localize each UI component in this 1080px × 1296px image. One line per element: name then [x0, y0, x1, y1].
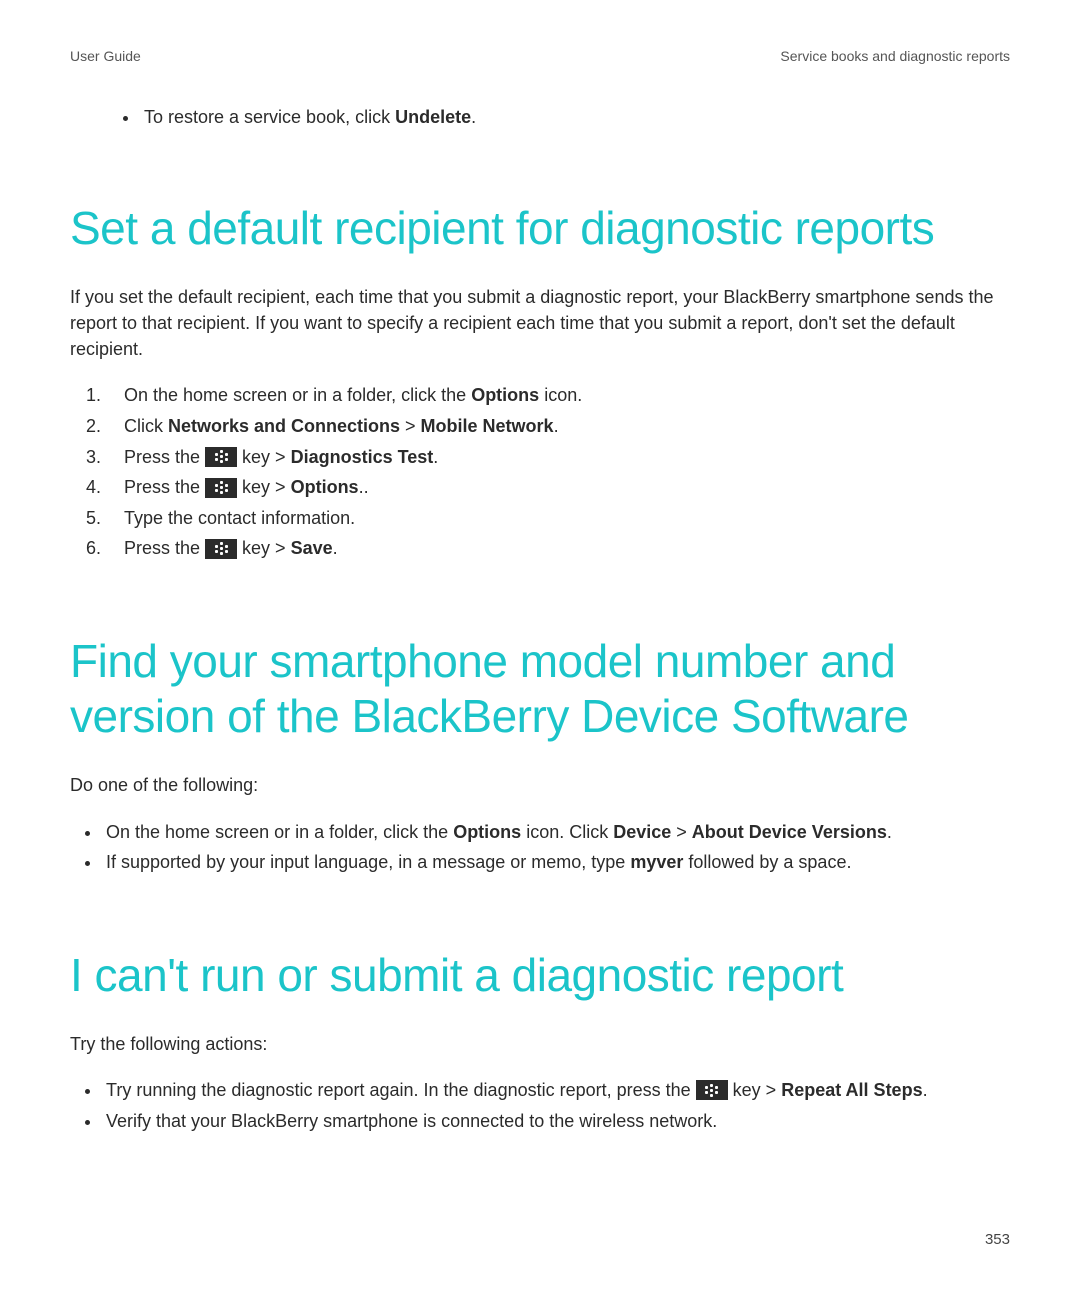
text: .	[333, 538, 338, 558]
bold-text: Device	[613, 822, 671, 842]
section3-title: I can't run or submit a diagnostic repor…	[70, 948, 1010, 1003]
section3-bullets: Try running the diagnostic report again.…	[70, 1075, 1010, 1136]
text: icon. Click	[521, 822, 613, 842]
text: .	[471, 107, 476, 127]
step-5: Type the contact information.	[106, 503, 1010, 534]
blackberry-key-icon	[205, 539, 237, 559]
bold-text: Undelete	[395, 107, 471, 127]
section3-bullet-1: Try running the diagnostic report again.…	[102, 1075, 1010, 1106]
section2-title: Find your smartphone model number and ve…	[70, 634, 1010, 744]
blackberry-key-icon	[205, 447, 237, 467]
header-right: Service books and diagnostic reports	[780, 48, 1010, 64]
text: .	[923, 1080, 928, 1100]
bold-text: Options	[471, 385, 539, 405]
step-2: Click Networks and Connections > Mobile …	[106, 411, 1010, 442]
step-3: Press the key > Diagnostics Test.	[106, 442, 1010, 473]
intro-bullet-list: To restore a service book, click Undelet…	[70, 104, 1010, 131]
bold-text: Mobile Network	[421, 416, 554, 436]
bold-text: Options	[291, 477, 359, 497]
text: Try running the diagnostic report again.…	[106, 1080, 696, 1100]
blackberry-key-icon	[696, 1080, 728, 1100]
text: .	[554, 416, 559, 436]
bold-text: myver	[630, 852, 683, 872]
text: icon.	[539, 385, 582, 405]
text: key >	[237, 447, 291, 467]
text: To restore a service book, click	[144, 107, 395, 127]
text: Click	[124, 416, 168, 436]
header-left: User Guide	[70, 48, 141, 64]
section3-para: Try the following actions:	[70, 1031, 1010, 1057]
document-page: User Guide Service books and diagnostic …	[0, 0, 1080, 1296]
section3-bullet-2: Verify that your BlackBerry smartphone i…	[102, 1106, 1010, 1137]
section2-para: Do one of the following:	[70, 772, 1010, 798]
text: If supported by your input language, in …	[106, 852, 630, 872]
page-number: 353	[985, 1231, 1010, 1248]
blackberry-key-icon	[205, 478, 237, 498]
text: ..	[359, 477, 369, 497]
text: .	[433, 447, 438, 467]
text: Press the	[124, 538, 205, 558]
bold-text: About Device Versions	[692, 822, 887, 842]
text: key >	[237, 477, 291, 497]
text: .	[887, 822, 892, 842]
section2-bullet-2: If supported by your input language, in …	[102, 847, 1010, 878]
bold-text: Networks and Connections	[168, 416, 400, 436]
text: >	[400, 416, 421, 436]
text: key >	[237, 538, 291, 558]
text: On the home screen or in a folder, click…	[106, 822, 453, 842]
step-6: Press the key > Save.	[106, 533, 1010, 564]
section2-bullet-1: On the home screen or in a folder, click…	[102, 817, 1010, 848]
text: >	[671, 822, 692, 842]
text: followed by a space.	[683, 852, 851, 872]
bold-text: Diagnostics Test	[291, 447, 434, 467]
section1-steps: On the home screen or in a folder, click…	[70, 380, 1010, 564]
bold-text: Repeat All Steps	[781, 1080, 922, 1100]
text: Press the	[124, 447, 205, 467]
bold-text: Options	[453, 822, 521, 842]
step-4: Press the key > Options..	[106, 472, 1010, 503]
text: key >	[728, 1080, 782, 1100]
section1-para: If you set the default recipient, each t…	[70, 284, 1010, 362]
bold-text: Save	[291, 538, 333, 558]
section2-bullets: On the home screen or in a folder, click…	[70, 817, 1010, 878]
section1-title: Set a default recipient for diagnostic r…	[70, 201, 1010, 256]
text: Press the	[124, 477, 205, 497]
step-1: On the home screen or in a folder, click…	[106, 380, 1010, 411]
text: On the home screen or in a folder, click…	[124, 385, 471, 405]
intro-bullet: To restore a service book, click Undelet…	[140, 104, 1010, 131]
page-header: User Guide Service books and diagnostic …	[70, 48, 1010, 64]
